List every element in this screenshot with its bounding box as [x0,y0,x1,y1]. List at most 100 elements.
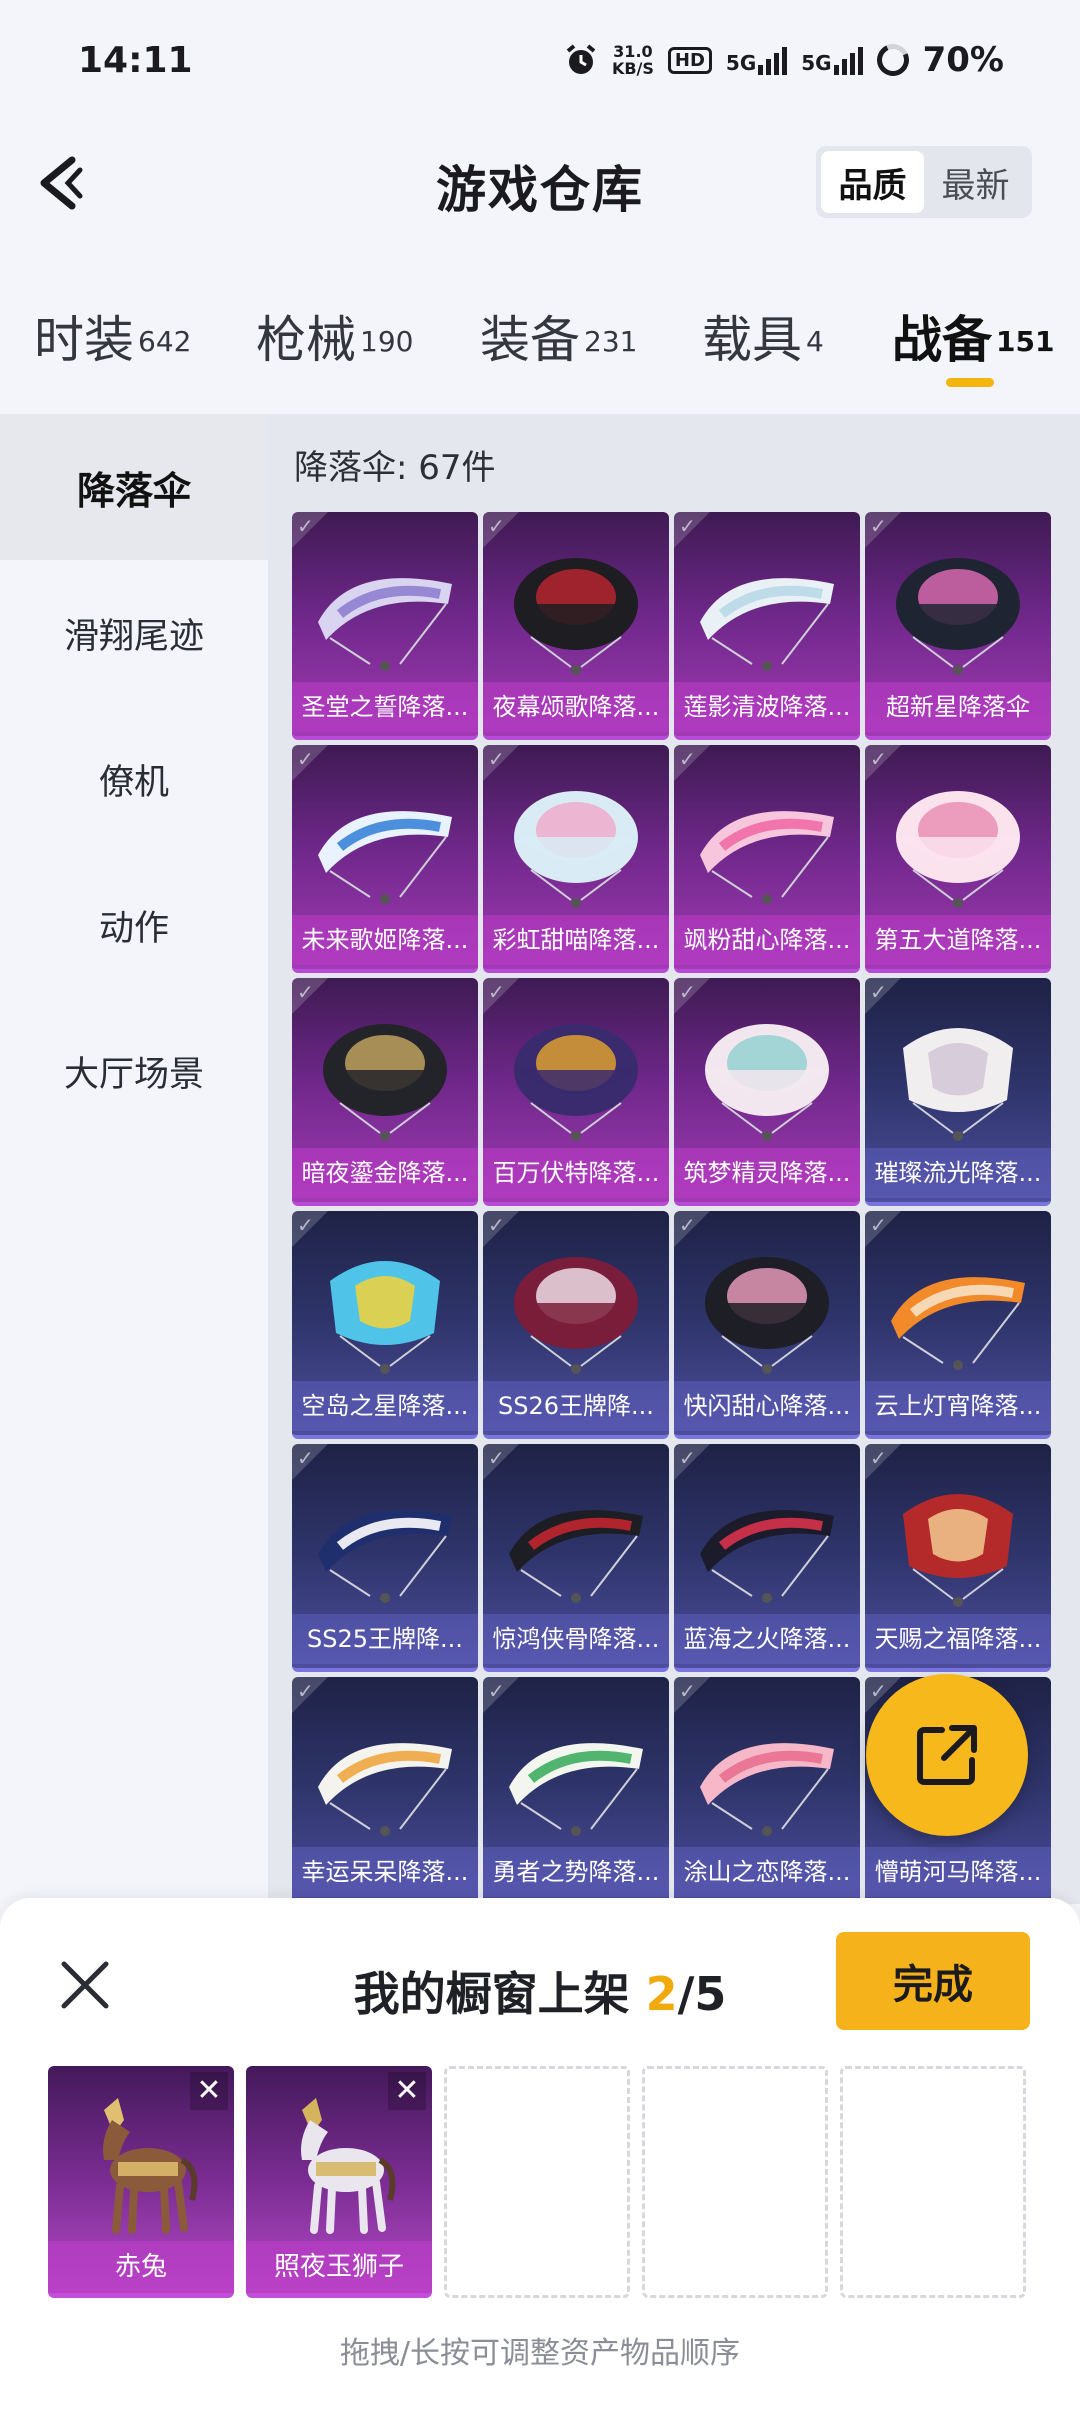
item-name: 涂山之恋降落... [674,1847,860,1897]
reorder-hint: 拖拽/长按可调整资产物品顺序 [339,2336,741,2371]
parachute-item[interactable]: ✓ 圣堂之誓降落... [292,512,478,740]
empty-showcase-slot[interactable] [642,2066,828,2298]
check-icon: ✓ [297,1446,314,1470]
remove-slot-icon[interactable]: ✕ [190,2072,228,2110]
parachute-item[interactable]: ✓ 云上灯宵降落... [865,1211,1051,1439]
done-button[interactable]: 完成 [836,1932,1030,2030]
battery-icon [872,39,914,81]
check-icon: ✓ [297,1679,314,1703]
item-name: 云上灯宵降落... [865,1381,1051,1431]
empty-showcase-slot[interactable] [444,2066,630,2298]
showcase-slot[interactable]: ✕ 赤兔 [48,2066,234,2298]
check-icon: ✓ [870,747,887,771]
parachute-item[interactable]: ✓ 璀璨流光降落... [865,978,1051,1206]
category-tabs: 时装 642 枪械 190 装备 231 载具 4 战备 151 [0,300,1080,410]
parachute-image [700,1743,834,1836]
check-icon: ✓ [297,514,314,538]
signal-1: 5G [726,45,788,75]
slot-item-name: 照夜玉狮子 [246,2241,432,2293]
parachute-image [330,1261,440,1374]
sort-newest-button[interactable]: 最新 [924,151,1027,213]
parachute-image [318,578,452,671]
showcase-total-count: /5 [677,1967,727,2021]
parachute-item[interactable]: ✓ 幸运呆呆降落... [292,1677,478,1904]
share-button[interactable] [866,1674,1028,1836]
parachute-item[interactable]: ✓ 勇者之势降落... [483,1677,669,1904]
parachute-item[interactable]: ✓ 蓝海之火降落... [674,1444,860,1672]
item-name: 璀璨流光降落... [865,1148,1051,1198]
parachute-item[interactable]: ✓ 夜幕颂歌降落... [483,512,669,740]
parachute-image [514,791,638,908]
check-icon: ✓ [679,980,696,1004]
sidebar-item-parachute[interactable]: 降落伞 [0,414,268,560]
parachute-image [705,1257,829,1374]
showcase-current-count: 2 [645,1967,678,2021]
sidebar-item-wingman[interactable]: 僚机 [0,706,268,852]
item-name: 暗夜鎏金降落... [292,1148,478,1198]
sidebar-item-glide-trail[interactable]: 滑翔尾迹 [0,560,268,706]
showcase-slot[interactable]: ✕ 照夜玉狮子 [246,2066,432,2298]
check-icon: ✓ [870,1446,887,1470]
parachute-item[interactable]: ✓ 筑梦精灵降落... [674,978,860,1206]
sidebar-item-emote[interactable]: 动作 [0,852,268,998]
check-icon: ✓ [297,747,314,771]
parachute-image [514,558,638,675]
status-icons: 31.0 KB/S HD 5G 5G 70% [564,39,1004,81]
parachute-item[interactable]: ✓ 涂山之恋降落... [674,1677,860,1904]
parachute-image [700,811,834,904]
parachute-item[interactable]: ✓ 惊鸿侠骨降落... [483,1444,669,1672]
sidebar-item-lobby-scene[interactable]: 大厅场景 [0,998,268,1144]
parachute-item[interactable]: ✓ 莲影清波降落... [674,512,860,740]
check-icon: ✓ [870,1679,887,1703]
item-name: SS26王牌降... [483,1381,669,1431]
section-count-label: 降落伞: 67件 [294,448,496,488]
parachute-image [903,1028,1013,1141]
check-icon: ✓ [870,980,887,1004]
parachute-item[interactable]: ✓ 未来歌姬降落... [292,745,478,973]
check-icon: ✓ [679,1446,696,1470]
tab-equipment[interactable]: 装备 231 [480,300,637,372]
parachute-item[interactable]: ✓ 空岛之星降落... [292,1211,478,1439]
parachute-item[interactable]: ✓ 百万伏特降落... [483,978,669,1206]
parachute-image [318,1743,452,1836]
sort-quality-button[interactable]: 品质 [821,151,924,213]
parachute-image [318,811,452,904]
tab-weapons[interactable]: 枪械 190 [256,300,413,372]
parachute-item[interactable]: ✓ 第五大道降落... [865,745,1051,973]
parachute-image [509,1743,643,1836]
tab-vehicles[interactable]: 载具 4 [702,300,824,372]
horse-image [301,2098,396,2234]
item-name: 快闪甜心降落... [674,1381,860,1431]
item-name: 飒粉甜心降落... [674,915,860,965]
parachute-item[interactable]: ✓ SS25王牌降... [292,1444,478,1672]
parachute-item[interactable]: ✓ 快闪甜心降落... [674,1211,860,1439]
parachute-item[interactable]: ✓ 暗夜鎏金降落... [292,978,478,1206]
parachute-item[interactable]: ✓ 飒粉甜心降落... [674,745,860,973]
parachute-image [700,578,834,671]
item-name: 夜幕颂歌降落... [483,682,669,732]
showcase-sheet: 我的橱窗上架 2/5 完成 ✕ 赤兔 ✕ 照夜玉狮子 拖拽/长按可调整资产物品顺序 [0,1898,1080,2414]
parachute-item[interactable]: ✓ 彩虹甜喵降落... [483,745,669,973]
signal-bars-icon [833,45,863,75]
parachute-item[interactable]: ✓ SS26王牌降... [483,1211,669,1439]
item-name: 超新星降落伞 [865,682,1051,732]
tab-combat-prep[interactable]: 战备 151 [892,300,1054,372]
remove-slot-icon[interactable]: ✕ [388,2072,426,2110]
parachute-item[interactable]: ✓ 天赐之福降落... [865,1444,1051,1672]
tab-fashion[interactable]: 时装 642 [34,300,191,372]
parachute-image [514,1257,638,1374]
item-name: 幸运呆呆降落... [292,1847,478,1897]
sort-toggle: 品质 最新 [816,146,1032,218]
item-name: 天赐之福降落... [865,1614,1051,1664]
item-name: 未来歌姬降落... [292,915,478,965]
network-speed: 31.0 KB/S [611,42,654,78]
item-name: 空岛之星降落... [292,1381,478,1431]
check-icon: ✓ [488,1679,505,1703]
parachute-image [705,1024,829,1141]
parachute-item[interactable]: ✓ 超新星降落伞 [865,512,1051,740]
status-time: 14:11 [78,40,193,81]
check-icon: ✓ [488,1213,505,1237]
empty-showcase-slot[interactable] [840,2066,1026,2298]
parachute-image [514,1024,638,1141]
item-name: 勇者之势降落... [483,1847,669,1897]
